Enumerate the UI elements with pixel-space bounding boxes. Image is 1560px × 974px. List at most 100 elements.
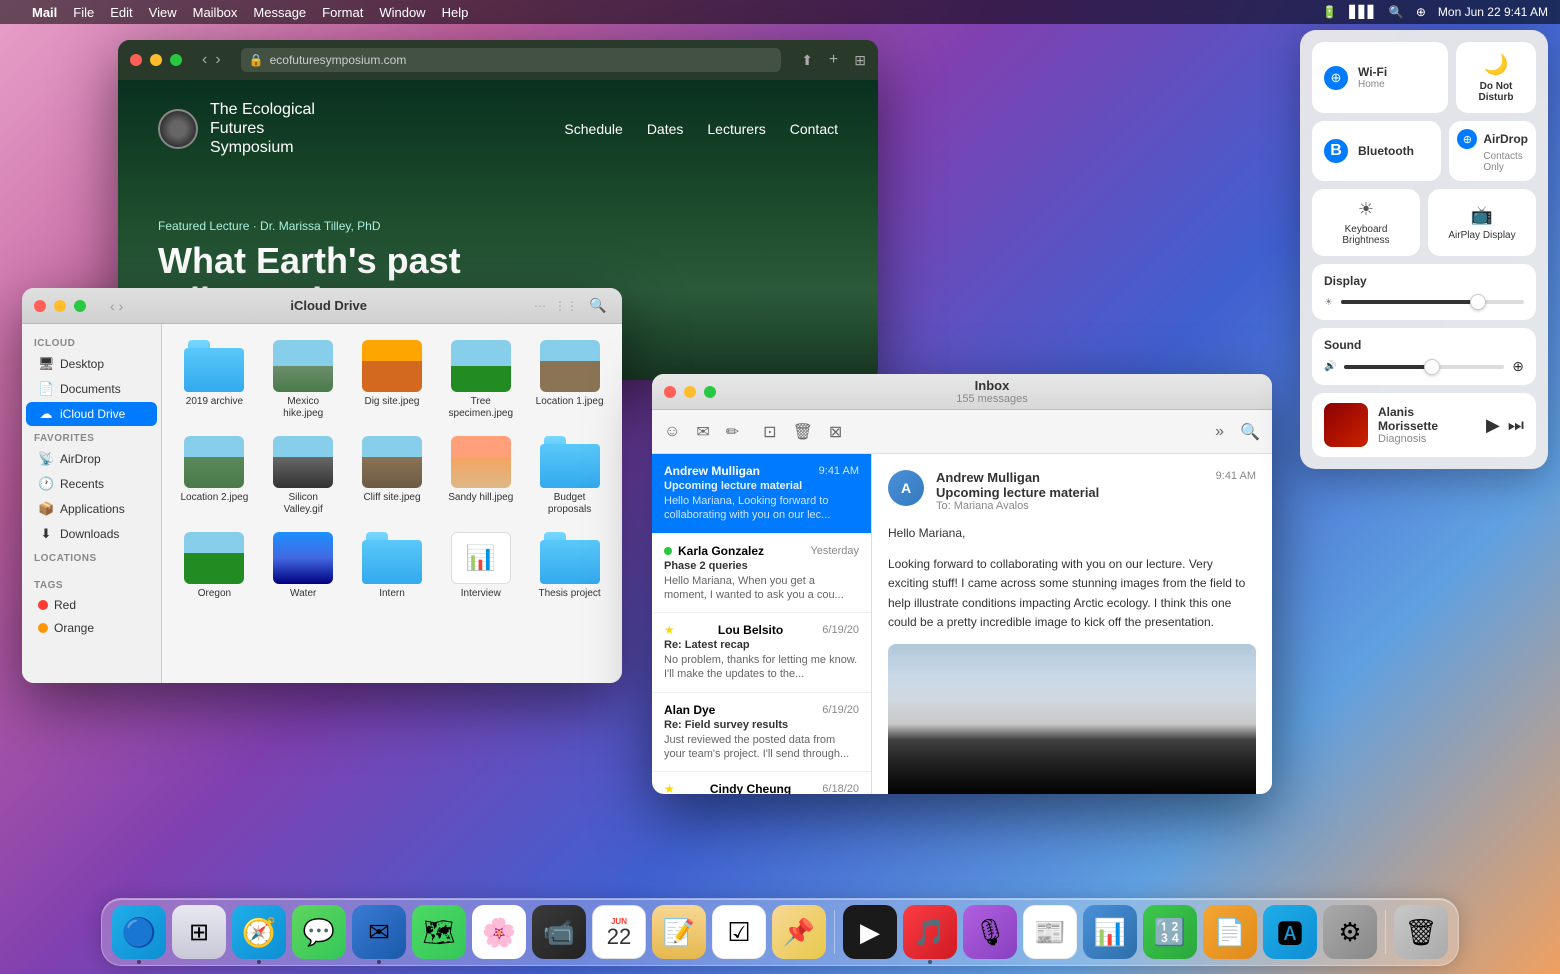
file-item-water[interactable]: Water bbox=[263, 528, 344, 604]
search-icon[interactable]: 🔍 bbox=[1389, 5, 1404, 19]
view-options-icon[interactable]: ⋯ bbox=[534, 299, 546, 313]
dock-launchpad[interactable]: ⊞ bbox=[172, 905, 226, 959]
finder-fullscreen[interactable] bbox=[74, 300, 86, 312]
nav-dates[interactable]: Dates bbox=[647, 121, 684, 137]
dock-stickies[interactable]: 📌 bbox=[772, 905, 826, 959]
dock-appletv[interactable]: ▶ bbox=[843, 905, 897, 959]
finder-actions-icon[interactable]: ⋮⋮ bbox=[554, 299, 578, 313]
play-icon[interactable]: ▶ bbox=[1486, 415, 1500, 436]
fullscreen-button[interactable] bbox=[170, 54, 182, 66]
mail-close[interactable] bbox=[664, 386, 676, 398]
nav-lecturers[interactable]: Lecturers bbox=[707, 121, 765, 137]
mail-item-3[interactable]: Alan Dye 6/19/20 Re: Field survey result… bbox=[652, 693, 871, 773]
dock-facetime[interactable]: 📹 bbox=[532, 905, 586, 959]
share-icon[interactable]: ⬆ bbox=[801, 52, 813, 69]
dock-systemprefs[interactable]: ⚙ bbox=[1323, 905, 1377, 959]
sidebar-item-recents[interactable]: 🕐 Recents bbox=[26, 472, 157, 496]
file-item-interview[interactable]: 📊 Interview bbox=[440, 528, 521, 604]
file-menu[interactable]: File bbox=[73, 5, 94, 20]
mail-item-2[interactable]: ★ Lou Belsito 6/19/20 Re: Latest recap N… bbox=[652, 613, 871, 693]
message-menu[interactable]: Message bbox=[253, 5, 306, 20]
file-item-silicon[interactable]: Silicon Valley.gif bbox=[263, 432, 344, 520]
dock-photos[interactable]: 🌸 bbox=[472, 905, 526, 959]
dock-messages[interactable]: 💬 bbox=[292, 905, 346, 959]
airplay-display-tile[interactable]: 📺 AirPlay Display bbox=[1428, 189, 1536, 256]
file-item-budget[interactable]: Budget proposals bbox=[529, 432, 610, 520]
finder-search-button[interactable]: 🔍 bbox=[586, 294, 610, 318]
dock-trash[interactable]: 🗑 bbox=[1394, 905, 1448, 959]
airdrop-tile[interactable]: ⊕ AirDrop Contacts Only bbox=[1449, 121, 1536, 181]
sidebar-item-desktop[interactable]: 🖥 Desktop bbox=[26, 352, 157, 376]
sidebar-item-applications[interactable]: 📦 Applications bbox=[26, 497, 157, 521]
dock-keynote[interactable]: 📊 bbox=[1083, 905, 1137, 959]
mailbox-menu[interactable]: Mailbox bbox=[193, 5, 238, 20]
dock-appstore[interactable]: 🅰 bbox=[1263, 905, 1317, 959]
mail-item-0[interactable]: Andrew Mulligan 9:41 AM Upcoming lecture… bbox=[652, 454, 871, 534]
nav-schedule[interactable]: Schedule bbox=[564, 121, 622, 137]
delete-icon[interactable]: 🗑 bbox=[793, 422, 813, 442]
sound-knob[interactable] bbox=[1424, 359, 1440, 375]
dock-news[interactable]: 📰 bbox=[1023, 905, 1077, 959]
mail-fullscreen[interactable] bbox=[704, 386, 716, 398]
sidebar-item-orange[interactable]: Orange bbox=[26, 617, 157, 639]
forward-button[interactable]: › bbox=[215, 51, 220, 69]
dock-finder[interactable]: 🔵 bbox=[112, 905, 166, 959]
sidebar-item-documents[interactable]: 📄 Documents bbox=[26, 377, 157, 401]
file-item-2019archive[interactable]: 2019 archive bbox=[174, 336, 255, 424]
file-item-tree[interactable]: Tree specimen.jpeg bbox=[440, 336, 521, 424]
mail-icon[interactable]: ✉ bbox=[696, 422, 709, 442]
file-item-oregon[interactable]: Oregon bbox=[174, 528, 255, 604]
dock-numbers[interactable]: 🔢 bbox=[1143, 905, 1197, 959]
add-tab-icon[interactable]: + bbox=[829, 51, 838, 69]
sidebar-item-red[interactable]: Red bbox=[26, 594, 157, 616]
window-menu[interactable]: Window bbox=[379, 5, 425, 20]
archive-icon[interactable]: ⊠ bbox=[829, 422, 842, 442]
mail-minimize[interactable] bbox=[684, 386, 696, 398]
compose-icon[interactable]: ☺ bbox=[664, 423, 680, 441]
file-item-sandy[interactable]: Sandy hill.jpeg bbox=[440, 432, 521, 520]
dock-safari[interactable]: 🧭 bbox=[232, 905, 286, 959]
url-bar[interactable]: 🔒 ecofuturesymposium.com bbox=[241, 48, 782, 72]
keyboard-brightness-tile[interactable]: ☀ Keyboard Brightness bbox=[1312, 189, 1420, 256]
file-item-location2[interactable]: Location 2.jpeg bbox=[174, 432, 255, 520]
sound-slider[interactable] bbox=[1344, 365, 1504, 369]
more-icon[interactable]: » bbox=[1215, 423, 1224, 441]
sidebar-item-icloud[interactable]: ☁ iCloud Drive bbox=[26, 402, 157, 426]
file-item-thesis[interactable]: Thesis project bbox=[529, 528, 610, 604]
display-knob[interactable] bbox=[1470, 294, 1486, 310]
dock-pages[interactable]: 📄 bbox=[1203, 905, 1257, 959]
dock-notes[interactable]: 📝 bbox=[652, 905, 706, 959]
finder-forward[interactable]: › bbox=[119, 298, 124, 314]
format-menu[interactable]: Format bbox=[322, 5, 363, 20]
close-button[interactable] bbox=[130, 54, 142, 66]
nav-contact[interactable]: Contact bbox=[790, 121, 838, 137]
sidebar-item-airdrop[interactable]: 📡 AirDrop bbox=[26, 447, 157, 471]
edit-icon[interactable]: ✏ bbox=[726, 422, 739, 442]
dock-maps[interactable]: 🗺 bbox=[412, 905, 466, 959]
mail-search-icon[interactable]: 🔍 bbox=[1240, 422, 1260, 442]
siri-icon[interactable]: ⊕ bbox=[1416, 5, 1426, 19]
file-item-location1[interactable]: Location 1.jpeg bbox=[529, 336, 610, 424]
dock-mail[interactable]: ✉ bbox=[352, 905, 406, 959]
mail-item-1[interactable]: Karla Gonzalez Yesterday Phase 2 queries… bbox=[652, 534, 871, 614]
file-item-mexico[interactable]: Mexico hike.jpeg bbox=[263, 336, 344, 424]
bluetooth-tile[interactable]: B Bluetooth bbox=[1312, 121, 1441, 181]
view-menu[interactable]: View bbox=[149, 5, 177, 20]
dnd-tile[interactable]: 🌙 Do Not Disturb bbox=[1456, 42, 1536, 113]
finder-minimize[interactable] bbox=[54, 300, 66, 312]
dock-reminders[interactable]: ☑ bbox=[712, 905, 766, 959]
file-item-intern[interactable]: Intern bbox=[352, 528, 433, 604]
dock-calendar[interactable]: JUN 22 bbox=[592, 905, 646, 959]
mail-item-4[interactable]: ★ Cindy Cheung 6/18/20 Project timeline … bbox=[652, 772, 871, 794]
dock-podcasts[interactable]: 🎙 bbox=[963, 905, 1017, 959]
dock-music[interactable]: 🎵 bbox=[903, 905, 957, 959]
app-menu[interactable]: Mail bbox=[32, 5, 57, 20]
back-button[interactable]: ‹ bbox=[202, 51, 207, 69]
file-item-digsite[interactable]: Dig site.jpeg bbox=[352, 336, 433, 424]
sound-settings-icon[interactable]: ⊕ bbox=[1512, 358, 1524, 375]
help-menu[interactable]: Help bbox=[442, 5, 469, 20]
skip-icon[interactable]: ⏭ bbox=[1508, 415, 1524, 436]
sidebar-item-downloads[interactable]: ⬇ Downloads bbox=[26, 522, 157, 546]
minimize-button[interactable] bbox=[150, 54, 162, 66]
display-slider[interactable] bbox=[1341, 300, 1524, 304]
